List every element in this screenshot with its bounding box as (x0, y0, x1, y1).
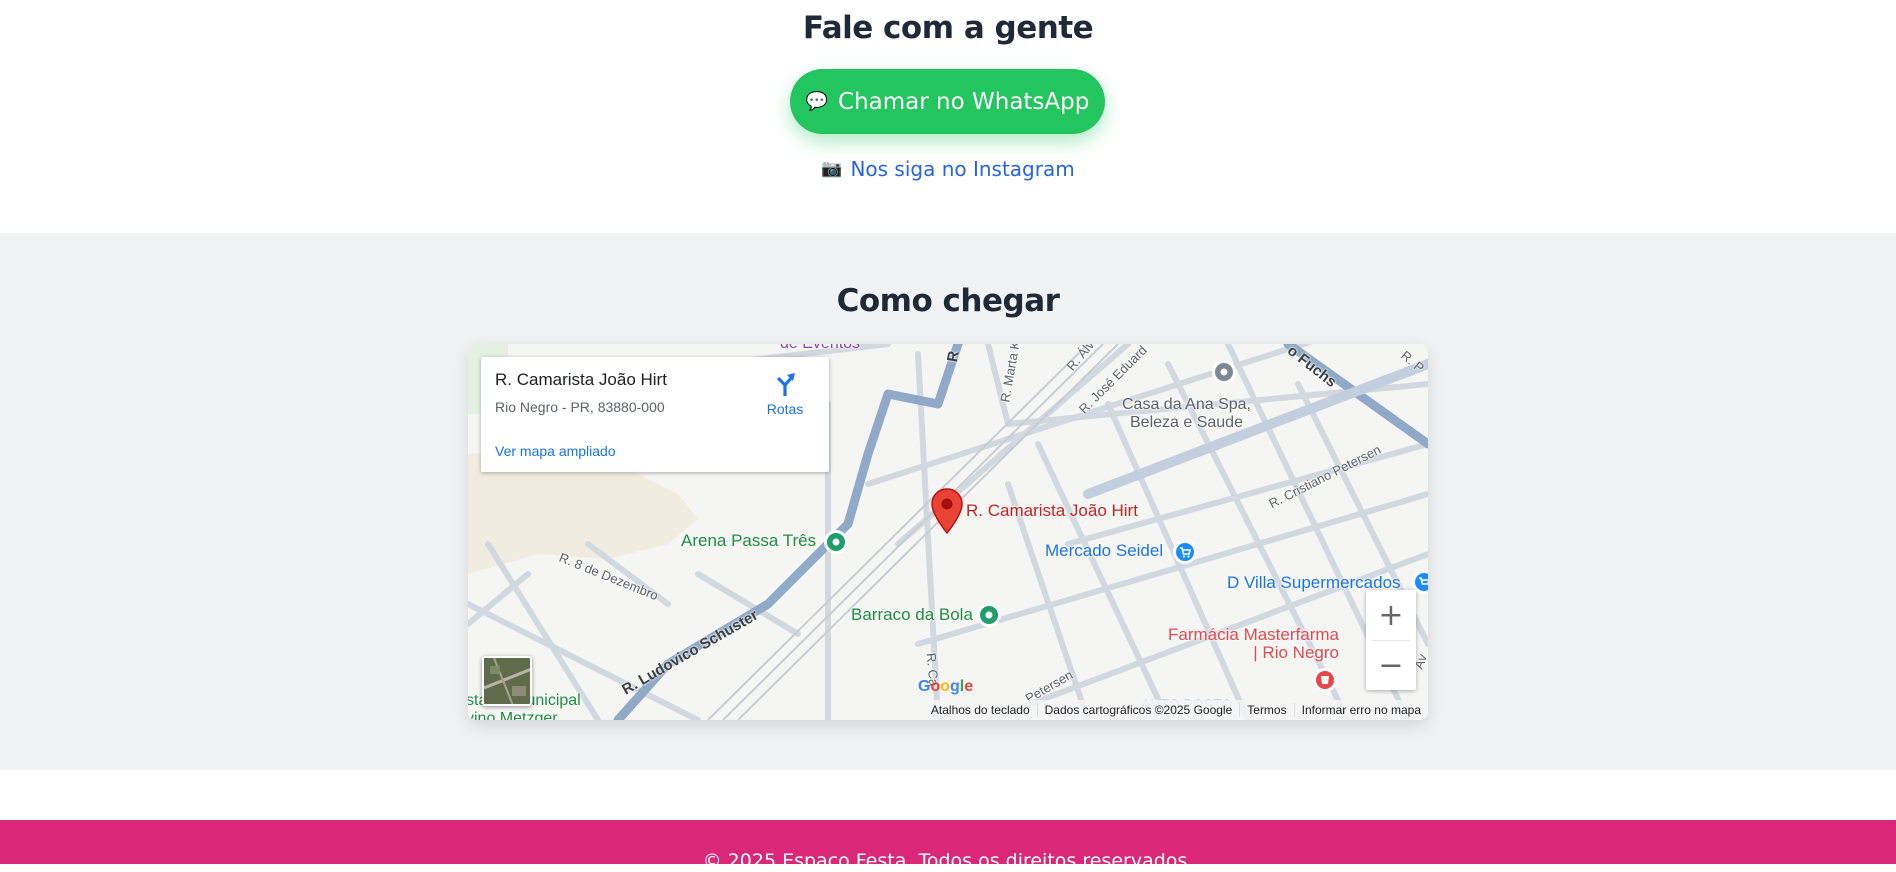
zoom-out-button[interactable]: − (1366, 640, 1416, 690)
google-logo: Google (918, 678, 973, 696)
poi-label-casa-ana[interactable]: Casa da Ana Spa, Beleza e Saude (1122, 396, 1251, 432)
directions-button[interactable]: Rotas (761, 371, 809, 417)
pharmacy-icon[interactable] (1311, 666, 1339, 694)
poi-label-eventos[interactable]: de Eventos (780, 344, 860, 353)
google-logo-letter: o (940, 678, 951, 695)
instagram-link[interactable]: 📷 Nos siga no Instagram (0, 157, 1896, 181)
whatsapp-button[interactable]: 💬 Chamar no WhatsApp (790, 69, 1105, 134)
google-logo-letter: e (964, 678, 974, 695)
page-footer: © 2025 Espaço Festa. Todos os direitos r… (0, 820, 1896, 872)
place-title: R. Camarista João Hirt (495, 370, 667, 389)
google-logo-letter: G (918, 678, 931, 695)
map-data-credit: Dados cartográficos ©2025 Google (1036, 703, 1240, 717)
instagram-link-label: Nos siga no Instagram (850, 157, 1075, 181)
poi-label-farmacia-line1: Farmácia Masterfarma (1168, 625, 1339, 644)
zoom-controls: + − (1366, 590, 1416, 690)
report-error-link[interactable]: Informar erro no mapa (1293, 703, 1428, 717)
place-address: Rio Negro - PR, 83880-000 (495, 399, 665, 415)
poi-label-barraco[interactable]: Barraco da Bola (851, 605, 973, 625)
satellite-view-toggle[interactable] (482, 656, 532, 706)
stadium-icon[interactable] (822, 528, 850, 556)
contact-heading: Fale com a gente (802, 10, 1094, 46)
speech-bubble-icon: 💬 (805, 91, 829, 112)
zoom-divider (1372, 640, 1410, 641)
location-pin-icon[interactable] (930, 487, 964, 535)
poi-label-farmacia-line2: | Rio Negro (1253, 643, 1339, 662)
place-info-card: R. Camarista João Hirt Rio Negro - PR, 8… (481, 357, 829, 472)
poi-label-arena[interactable]: Arena Passa Três (681, 531, 816, 551)
poi-label-casa-ana-line1: Casa da Ana Spa, (1122, 396, 1251, 413)
satellite-thumbnail-icon (484, 658, 530, 704)
poi-label-farmacia[interactable]: Farmácia Masterfarma | Rio Negro (1168, 626, 1339, 662)
poi-label-estadio-line2: vino Metzger (468, 710, 558, 720)
soccer-field-icon[interactable] (975, 601, 1003, 629)
contact-section: Fale com a gente 💬 Chamar no WhatsApp 📷 … (0, 0, 1896, 233)
poi-label-mercado[interactable]: Mercado Seidel (1045, 541, 1163, 561)
directions-arrow-icon (776, 373, 795, 396)
pin-label[interactable]: R. Camarista João Hirt (966, 501, 1138, 521)
poi-marker-icon[interactable] (1210, 358, 1238, 386)
directions-heading: Como chegar (836, 283, 1060, 319)
google-logo-letter: o (930, 678, 941, 695)
google-logo-letter: g (950, 678, 960, 695)
directions-button-label: Rotas (766, 401, 804, 417)
keyboard-shortcuts-link[interactable]: Atalhos do teclado (924, 703, 1037, 717)
directions-section: Como chegar R. Marta K R. José Eduard R.… (0, 233, 1896, 770)
map-attribution-bar: Atalhos do teclado Dados cartográficos ©… (923, 700, 1428, 720)
poi-label-casa-ana-line2: Beleza e Saude (1130, 414, 1243, 431)
embedded-map[interactable]: R. Marta K R. José Eduard R. Álv o Fuchs… (468, 344, 1428, 720)
footer-copyright: © 2025 Espaço Festa. Todos os direitos r… (702, 850, 1194, 872)
camera-icon: 📷 (821, 159, 843, 179)
terms-link[interactable]: Termos (1239, 703, 1293, 717)
zoom-in-button[interactable]: + (1366, 590, 1416, 640)
shopping-cart-icon[interactable] (1171, 538, 1199, 566)
whatsapp-button-label: Chamar no WhatsApp (838, 88, 1090, 115)
view-larger-map-link[interactable]: Ver mapa ampliado (495, 443, 616, 459)
